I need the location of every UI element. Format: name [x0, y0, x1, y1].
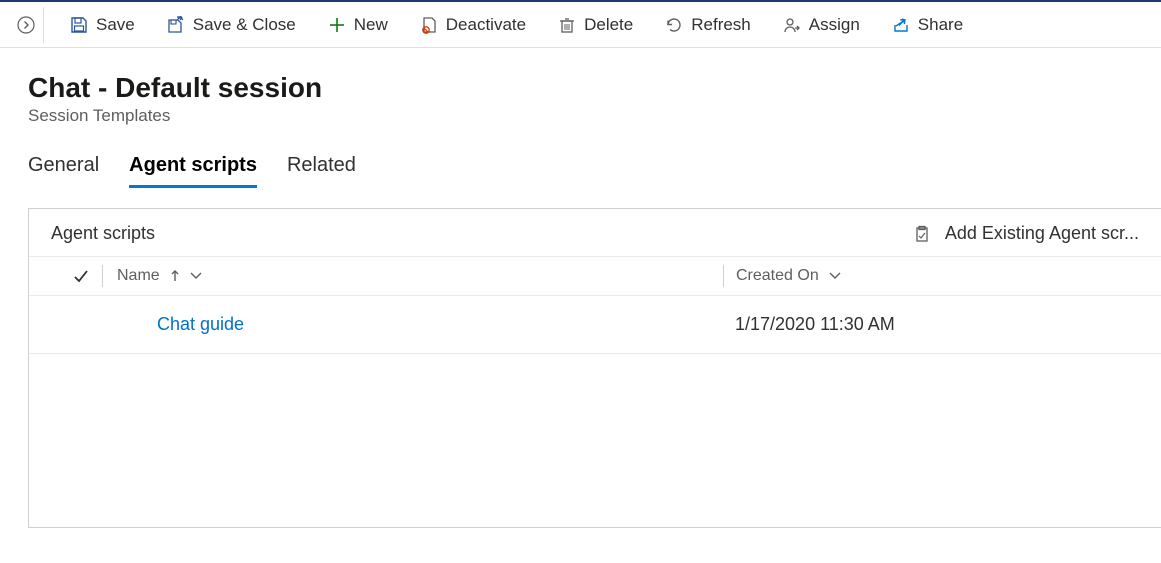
save-and-close-button[interactable]: Save & Close	[153, 9, 310, 41]
row-name-cell: Chat guide	[103, 314, 723, 335]
refresh-icon	[665, 16, 683, 34]
chevron-down-icon	[190, 272, 202, 280]
assign-button[interactable]: Assign	[769, 9, 874, 41]
panel-header: Agent scripts Add Existing Agent scr...	[29, 209, 1161, 257]
save-icon	[70, 16, 88, 34]
share-icon	[892, 16, 910, 34]
delete-button[interactable]: Delete	[544, 9, 647, 41]
table-row[interactable]: Chat guide 1/17/2020 11:30 AM	[29, 296, 1161, 354]
tabs-row: General Agent scripts Related	[28, 154, 1133, 188]
record-header: Chat - Default session Session Templates…	[0, 48, 1161, 188]
save-close-icon	[167, 16, 185, 34]
column-header-name[interactable]: Name	[103, 267, 723, 285]
share-label: Share	[918, 15, 963, 35]
deactivate-button[interactable]: Deactivate	[406, 9, 540, 41]
add-existing-label: Add Existing Agent scr...	[945, 223, 1139, 244]
refresh-label: Refresh	[691, 15, 751, 35]
command-bar: Save Save & Close New Deactivate Delete …	[0, 0, 1161, 48]
chevron-right-circle-icon	[17, 16, 35, 34]
entity-name: Session Templates	[28, 106, 1133, 126]
row-created-cell: 1/17/2020 11:30 AM	[723, 314, 895, 335]
column-created-label: Created On	[736, 267, 819, 285]
save-button[interactable]: Save	[56, 9, 149, 41]
sort-ascending-icon	[170, 270, 180, 282]
assign-icon	[783, 16, 801, 34]
record-link[interactable]: Chat guide	[157, 314, 244, 334]
select-all-checkbox[interactable]	[59, 265, 103, 287]
assign-label: Assign	[809, 15, 860, 35]
chevron-down-icon	[829, 272, 841, 280]
share-button[interactable]: Share	[878, 9, 977, 41]
column-header-created-on[interactable]: Created On	[723, 265, 841, 287]
deactivate-icon	[420, 16, 438, 34]
new-button[interactable]: New	[314, 9, 402, 41]
page-title: Chat - Default session	[28, 72, 1133, 104]
save-and-close-label: Save & Close	[193, 15, 296, 35]
deactivate-label: Deactivate	[446, 15, 526, 35]
refresh-button[interactable]: Refresh	[651, 9, 765, 41]
clipboard-icon	[913, 225, 931, 243]
expand-command-bar-button[interactable]	[8, 7, 44, 43]
agent-scripts-panel: Agent scripts Add Existing Agent scr... …	[28, 208, 1161, 528]
grid-header: Name Created On	[29, 257, 1161, 296]
panel-title: Agent scripts	[51, 223, 155, 244]
tab-general[interactable]: General	[28, 154, 99, 188]
delete-label: Delete	[584, 15, 633, 35]
tab-agent-scripts[interactable]: Agent scripts	[129, 154, 257, 188]
tab-related[interactable]: Related	[287, 154, 356, 188]
save-label: Save	[96, 15, 135, 35]
new-label: New	[354, 15, 388, 35]
column-name-label: Name	[117, 267, 160, 285]
trash-icon	[558, 16, 576, 34]
plus-icon	[328, 16, 346, 34]
add-existing-button[interactable]: Add Existing Agent scr...	[913, 223, 1139, 244]
